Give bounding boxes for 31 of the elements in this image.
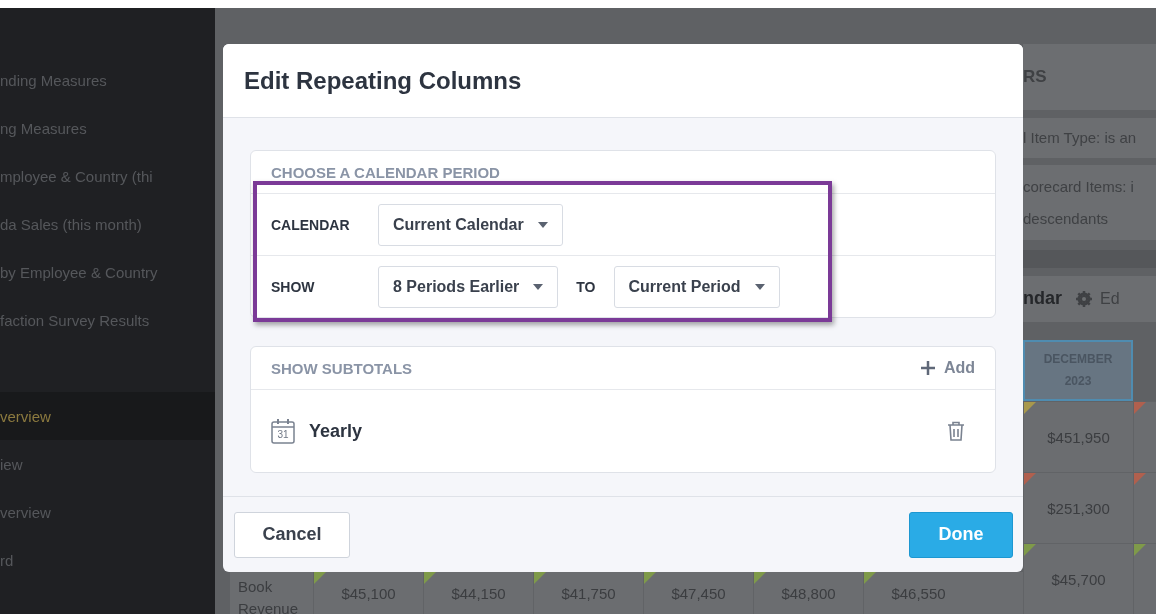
range-separator: TO: [576, 278, 596, 295]
trash-icon[interactable]: [947, 421, 965, 441]
sidebar-item[interactable]: da Sales (this month): [0, 200, 215, 248]
caret-icon: [537, 221, 548, 228]
cancel-button[interactable]: Cancel: [234, 511, 350, 558]
sidebar-item[interactable]: mployee & Country (thi: [0, 152, 215, 200]
gear-icon: [1076, 290, 1092, 307]
plus-icon: [919, 360, 936, 376]
calendar-icon: 31: [271, 418, 295, 444]
sidebar-item[interactable]: iew: [0, 440, 215, 488]
end-period-dropdown[interactable]: Current Period: [613, 265, 780, 308]
field-label: SHOW: [271, 278, 316, 295]
toolbar-title: ndar: [1023, 288, 1062, 310]
section-heading: SHOW SUBTOTALS: [271, 359, 413, 377]
sidebar-item[interactable]: verview: [0, 392, 215, 440]
field-label: CALENDAR: [271, 216, 351, 233]
add-button[interactable]: Add: [919, 359, 975, 377]
calendar-dropdown[interactable]: Current Calendar: [378, 203, 563, 246]
caret-icon: [754, 283, 765, 290]
start-period-dropdown[interactable]: 8 Periods Earlier: [378, 265, 559, 308]
sidebar-item[interactable]: by Employee & Country: [0, 248, 215, 296]
dialog-title: Edit Repeating Columns: [244, 66, 522, 95]
section-heading: CHOOSE A CALENDAR PERIOD: [270, 162, 501, 183]
caret-icon: [533, 283, 544, 290]
done-button[interactable]: Done: [909, 511, 1013, 558]
sidebar-item[interactable]: ng Measures: [0, 104, 215, 152]
sidebar-item[interactable]: faction Survey Results: [0, 296, 215, 344]
sidebar-item[interactable]: verview: [0, 488, 215, 536]
sidebar-item[interactable]: nding Measures: [0, 56, 215, 104]
subtotal-label: Yearly: [309, 420, 364, 442]
sidebar-item[interactable]: rd: [0, 536, 215, 584]
